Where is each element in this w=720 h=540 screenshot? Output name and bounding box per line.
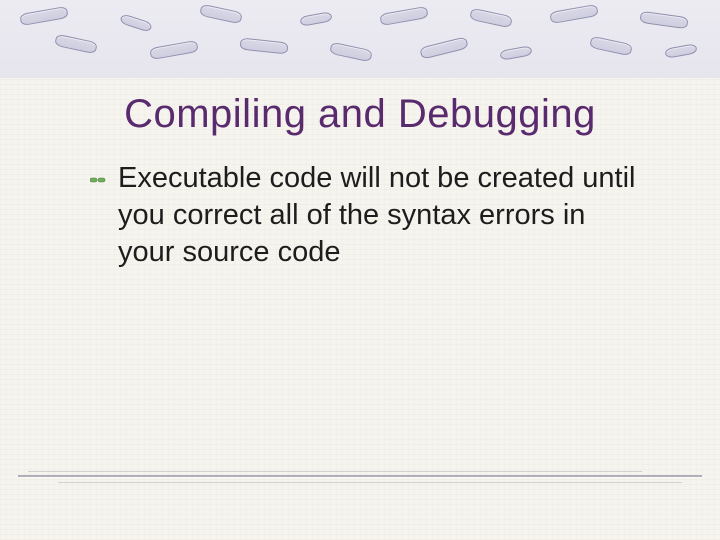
slide-body: Executable code will not be created unti… — [90, 160, 640, 271]
bullet-text: Executable code will not be created unti… — [118, 160, 640, 271]
slide-title: Compiling and Debugging — [0, 92, 720, 137]
bullet-icon — [90, 174, 106, 186]
bullet-item: Executable code will not be created unti… — [90, 160, 640, 271]
decorative-footer-line — [18, 475, 702, 478]
slide: Compiling and Debugging Executable code … — [0, 0, 720, 540]
decorative-header-band — [0, 0, 720, 78]
